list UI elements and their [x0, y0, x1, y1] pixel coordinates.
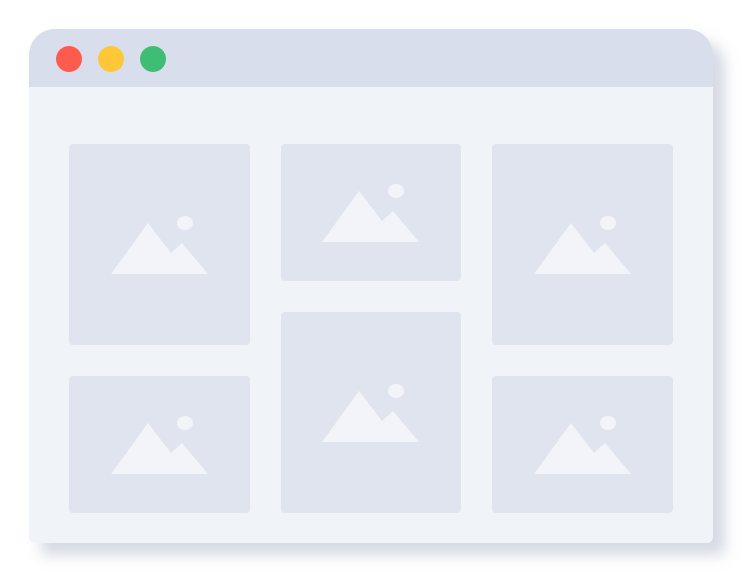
gallery-image-placeholder[interactable]	[69, 144, 250, 345]
close-window-button[interactable]	[56, 46, 82, 72]
browser-window	[29, 29, 713, 543]
image-icon	[110, 215, 208, 274]
image-gallery	[29, 87, 713, 543]
image-icon	[110, 415, 208, 474]
maximize-window-button[interactable]	[140, 46, 166, 72]
image-icon	[322, 383, 419, 442]
gallery-image-placeholder[interactable]	[492, 144, 673, 345]
gallery-image-placeholder[interactable]	[492, 376, 673, 513]
image-icon	[533, 215, 631, 274]
image-icon	[533, 415, 631, 474]
gallery-image-placeholder[interactable]	[281, 312, 461, 513]
image-icon	[322, 183, 419, 242]
gallery-image-placeholder[interactable]	[281, 144, 461, 281]
window-titlebar	[29, 29, 713, 87]
minimize-window-button[interactable]	[98, 46, 124, 72]
gallery-image-placeholder[interactable]	[69, 376, 250, 513]
